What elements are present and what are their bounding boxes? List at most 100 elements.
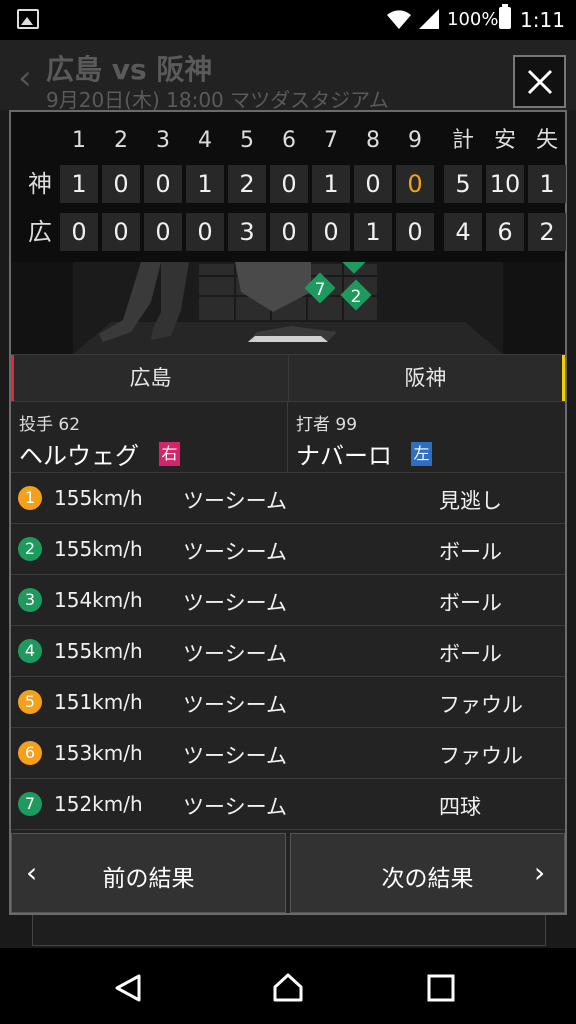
close-button[interactable]: [513, 55, 566, 108]
pitch-number-badge: 4: [18, 639, 42, 663]
inning-score: 0: [396, 165, 434, 203]
pitch-row: 2 155km/h ツーシーム ボール: [11, 524, 565, 575]
back-icon[interactable]: [113, 973, 143, 1003]
team-abbrev: 神: [28, 170, 52, 198]
totals-header: 失: [535, 128, 558, 153]
inning-header-7: 7: [324, 128, 338, 153]
game-title: 広島 vs 阪神: [46, 53, 213, 86]
inning-score: 0: [354, 165, 392, 203]
pitch-type: ツーシーム: [183, 591, 287, 615]
inning-score: 3: [228, 213, 266, 251]
team-abbrev: 広: [28, 218, 52, 246]
inning-score: 0: [144, 165, 182, 203]
wifi-icon: [387, 10, 411, 29]
game-subtitle: 9月20日(木) 18:00 マツダスタジアム: [46, 88, 389, 112]
team-header-home: 広島: [11, 355, 287, 401]
pitch-speed: 155km/h: [54, 486, 143, 510]
inning-score: 1: [354, 213, 392, 251]
pitch-number-badge: 2: [18, 537, 42, 561]
pitch-row: 6 153km/h ツーシーム ファウル: [11, 728, 565, 779]
inning-header-9: 9: [408, 128, 422, 153]
pitch-list: 1 155km/h ツーシーム 見逃し 2 155km/h ツーシーム ボール 3 154km/h…: [11, 473, 565, 830]
inning-header-8: 8: [366, 128, 380, 153]
previous-result-button[interactable]: ‹ 前の結果: [11, 833, 286, 913]
batter-name: ナバーロ: [296, 442, 392, 470]
pitch-row: 1 155km/h ツーシーム 見逃し: [11, 473, 565, 524]
inning-score: 0: [312, 213, 350, 251]
pitch-result: ボール: [439, 642, 502, 666]
home-icon[interactable]: [272, 972, 304, 1004]
back-arrow-icon: ‹: [18, 58, 32, 98]
next-result-label: 次の結果: [381, 866, 474, 892]
pitcher-role: 投手 62: [19, 415, 81, 435]
pitch-speed: 152km/h: [54, 792, 143, 816]
inning-score: 0: [102, 213, 140, 251]
inning-score: 0: [144, 213, 182, 251]
inning-score: 0: [396, 213, 434, 251]
inning-header-1: 1: [72, 128, 86, 153]
signal-icon: [419, 9, 439, 29]
totals-header: 計: [451, 128, 474, 153]
pitch-speed: 153km/h: [54, 741, 143, 765]
pitch-speed: 155km/h: [54, 639, 143, 663]
pitch-result: ファウル: [439, 744, 523, 768]
recents-icon[interactable]: [427, 974, 455, 1002]
inning-score: 0: [270, 213, 308, 251]
pitcher-hand-badge: 右: [159, 442, 180, 466]
pitch-number-badge: 1: [18, 486, 42, 510]
inning-score: 1: [186, 165, 224, 203]
pitch-number-badge: 5: [18, 690, 42, 714]
pitch-marker-2: 2: [351, 287, 362, 307]
inning-score: 1: [312, 165, 350, 203]
scoreboard: 1 2 3 4 5 6 7 8 9 計安失神 1 0 0 1 2 0 1 0 0 5 10 1 広 0 0 0 0 3 0 0 1 0 4 6 2: [11, 112, 566, 262]
pitch-number-badge: 6: [18, 741, 42, 765]
total-cell: 6: [486, 213, 524, 251]
pitcher-name: ヘルウェグ: [19, 442, 139, 470]
image-notification-icon: [17, 9, 39, 29]
pitch-type: ツーシーム: [183, 744, 287, 768]
pitch-result: ファウル: [439, 693, 523, 717]
battery-percent: 100%: [447, 9, 499, 30]
pitcher-info: 投手 62 ヘルウェグ 右: [11, 402, 288, 472]
pitch-row: 5 151km/h ツーシーム ファウル: [11, 677, 565, 728]
battery-icon: [499, 4, 511, 29]
inning-score: 0: [270, 165, 308, 203]
total-cell: 1: [528, 165, 566, 203]
team-headers: 広島 阪神: [11, 354, 565, 402]
pitch-type: ツーシーム: [183, 642, 287, 666]
matchup: 投手 62 ヘルウェグ 右 打者 99 ナバーロ 左: [11, 402, 565, 473]
pitch-number-badge: 3: [18, 588, 42, 612]
batter-hand-badge: 左: [411, 442, 432, 466]
inning-header-6: 6: [282, 128, 296, 153]
inning-score: 0: [60, 213, 98, 251]
pitch-type: ツーシーム: [183, 489, 287, 513]
pitch-speed: 155km/h: [54, 537, 143, 561]
pitch-result: ボール: [439, 540, 502, 564]
pitch-row: 7 152km/h ツーシーム 四球: [11, 779, 565, 830]
chevron-right-icon: ›: [534, 856, 546, 889]
pitch-speed: 151km/h: [54, 690, 143, 714]
inning-score: 2: [228, 165, 266, 203]
inning-header-4: 4: [198, 128, 212, 153]
pitch-number-badge: 7: [18, 792, 42, 816]
pitch-type: ツーシーム: [183, 693, 287, 717]
app-header: ‹ 広島 vs 阪神 9月20日(木) 18:00 マツダスタジアム: [0, 40, 576, 112]
pitch-result: ボール: [439, 591, 502, 615]
inning-header-5: 5: [240, 128, 254, 153]
inning-score: 1: [60, 165, 98, 203]
team-header-away: 阪神: [288, 355, 565, 401]
batter-role: 打者 99: [296, 415, 358, 435]
close-icon: [527, 69, 553, 95]
background-panel: [32, 915, 546, 946]
status-bar: 100% 1:11: [0, 0, 576, 40]
pitch-type: ツーシーム: [183, 795, 287, 819]
pitch-location-graphic: 7 2: [11, 262, 565, 354]
pitch-result: 見逃し: [439, 489, 502, 513]
pitch-speed: 154km/h: [54, 588, 143, 612]
next-result-button[interactable]: 次の結果 ›: [290, 833, 565, 913]
inning-score: 0: [102, 165, 140, 203]
pitch-type: ツーシーム: [183, 540, 287, 564]
previous-result-label: 前の結果: [102, 866, 195, 892]
pitch-row: 4 155km/h ツーシーム ボール: [11, 626, 565, 677]
total-cell: 10: [486, 165, 524, 203]
